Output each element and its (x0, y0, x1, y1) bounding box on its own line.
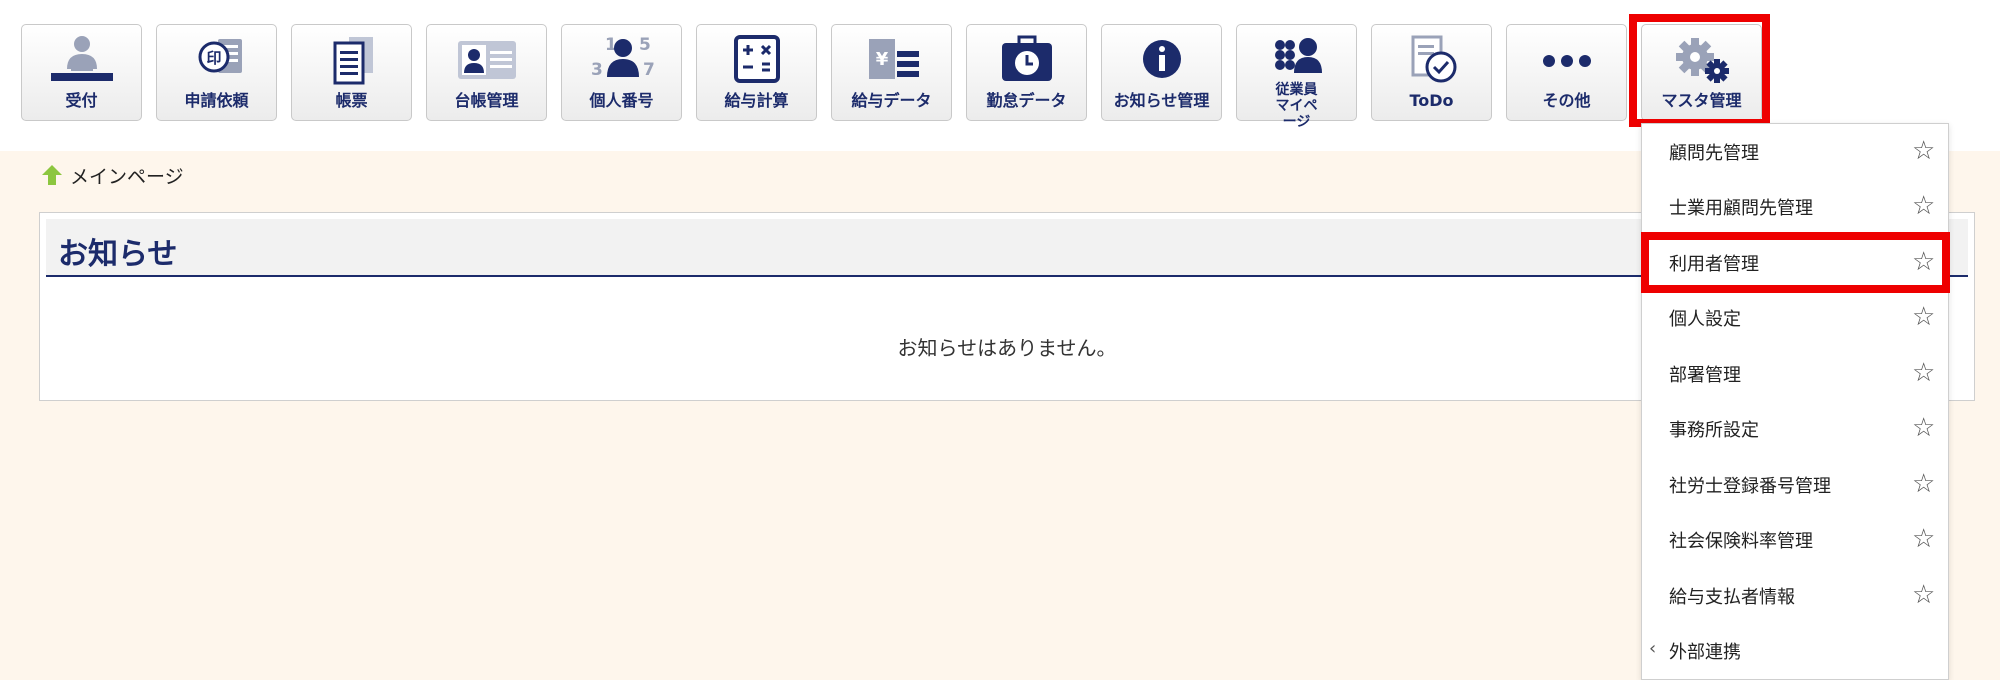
svg-text:3: 3 (591, 60, 603, 80)
menu-item-label: 外部連携 (1669, 642, 1741, 663)
toolbar-button-payroll-calc[interactable]: 給与計算 (696, 24, 817, 121)
toolbar-button-payroll-data[interactable]: ¥ 給与データ (831, 24, 952, 121)
toolbar-button-personal-number[interactable]: 1537 個人番号 (561, 24, 682, 121)
attendance-clock-icon (967, 33, 1086, 89)
toolbar-button-reception[interactable]: 受付 (21, 24, 142, 121)
star-icon[interactable]: ☆ (1912, 137, 1935, 165)
menu-item-label: 顧問先管理 (1669, 143, 1759, 164)
menu-item-label: 部署管理 (1669, 365, 1741, 386)
payroll-data-icon: ¥ (832, 33, 951, 89)
menu-item-label: 社労士登録番号管理 (1669, 476, 1831, 497)
menu-item-personal-settings[interactable]: 個人設定 ☆ (1642, 290, 1948, 345)
toolbar-label: 帳票 (335, 91, 368, 110)
master-menu-dropdown: 顧問先管理 ☆ 士業用顧問先管理 ☆ 利用者管理 ☆ 個人設定 ☆ 部署管理 ☆… (1641, 123, 1949, 680)
svg-text:7: 7 (643, 60, 655, 80)
toolbar-label: 個人番号 (589, 91, 654, 110)
toolbar-button-todo[interactable]: ToDo (1371, 24, 1492, 121)
toolbar-label: 給与データ (851, 91, 932, 110)
menu-item-sharoushi-registration-number[interactable]: 社労士登録番号管理 ☆ (1642, 457, 1948, 512)
info-icon (1102, 33, 1221, 89)
menu-item-label: 士業用顧問先管理 (1669, 198, 1813, 219)
app-window: 受付 印 申請依頼 帳票 台帳管理 1537 個人番号 給与計算 ¥ 給与データ… (0, 0, 2000, 680)
menu-item-label: 個人設定 (1669, 309, 1741, 330)
toolbar-button-attendance[interactable]: 勤怠データ (966, 24, 1087, 121)
toolbar-button-notice-management[interactable]: お知らせ管理 (1101, 24, 1222, 121)
toolbar-label: お知らせ管理 (1113, 91, 1210, 110)
highlight-frame-master-button (1629, 14, 1770, 127)
toolbar-button-other[interactable]: その他 (1506, 24, 1627, 121)
toolbar-label: 勤怠データ (986, 91, 1067, 110)
menu-item-client-management[interactable]: 顧問先管理 ☆ (1642, 124, 1948, 179)
svg-text:印: 印 (206, 49, 221, 67)
highlight-frame-user-management (1641, 232, 1950, 293)
star-icon[interactable]: ☆ (1912, 414, 1935, 442)
application-request-icon: 印 (157, 33, 276, 89)
star-icon[interactable]: ☆ (1912, 192, 1935, 220)
toolbar-label: 従業員マイページ (1275, 82, 1318, 130)
personal-number-icon: 1537 (562, 33, 681, 89)
menu-item-office-settings[interactable]: 事務所設定 ☆ (1642, 401, 1948, 456)
menu-item-label: 社会保険料率管理 (1669, 531, 1813, 552)
home-arrow-icon (42, 165, 62, 185)
calculator-icon (697, 33, 816, 89)
star-icon[interactable]: ☆ (1912, 525, 1935, 553)
toolbar-label: 給与計算 (724, 91, 789, 110)
menu-item-payer-information[interactable]: 給与支払者情報 ☆ (1642, 568, 1948, 623)
notice-title: お知らせ (58, 237, 178, 272)
toolbar-label: 受付 (65, 91, 98, 110)
toolbar-button-employee-mypage[interactable]: 従業員マイページ (1236, 24, 1357, 130)
toolbar-button-forms[interactable]: 帳票 (291, 24, 412, 121)
menu-item-external-integration[interactable]: ‹ 外部連携 (1642, 623, 1948, 678)
menu-item-professional-client-management[interactable]: 士業用顧問先管理 ☆ (1642, 179, 1948, 234)
svg-text:5: 5 (639, 35, 651, 55)
menu-item-department-management[interactable]: 部署管理 ☆ (1642, 346, 1948, 401)
toolbar-label: その他 (1542, 91, 1591, 110)
toolbar-button-application-request[interactable]: 印 申請依頼 (156, 24, 277, 121)
toolbar-label: 申請依頼 (184, 91, 249, 110)
toolbar-label: 台帳管理 (454, 91, 519, 110)
employee-mypage-icon (1237, 33, 1356, 89)
svg-text:¥: ¥ (875, 49, 888, 70)
reception-icon (22, 33, 141, 89)
menu-item-label: 事務所設定 (1669, 420, 1759, 441)
ledger-icon (427, 33, 546, 89)
star-icon[interactable]: ☆ (1912, 359, 1935, 387)
breadcrumb[interactable]: メインページ (40, 163, 184, 188)
toolbar-button-ledger[interactable]: 台帳管理 (426, 24, 547, 121)
star-icon[interactable]: ☆ (1912, 470, 1935, 498)
star-icon[interactable]: ☆ (1912, 303, 1935, 331)
breadcrumb-label: メインページ (70, 165, 184, 188)
forms-icon (292, 33, 411, 89)
star-icon[interactable]: ☆ (1912, 581, 1935, 609)
menu-item-label: 給与支払者情報 (1669, 587, 1795, 608)
menu-item-social-insurance-rate[interactable]: 社会保険料率管理 ☆ (1642, 512, 1948, 567)
more-dots-icon (1507, 33, 1626, 89)
chevron-left-icon: ‹ (1649, 638, 1657, 659)
todo-check-icon (1372, 33, 1491, 89)
toolbar-label: ToDo (1409, 91, 1454, 110)
